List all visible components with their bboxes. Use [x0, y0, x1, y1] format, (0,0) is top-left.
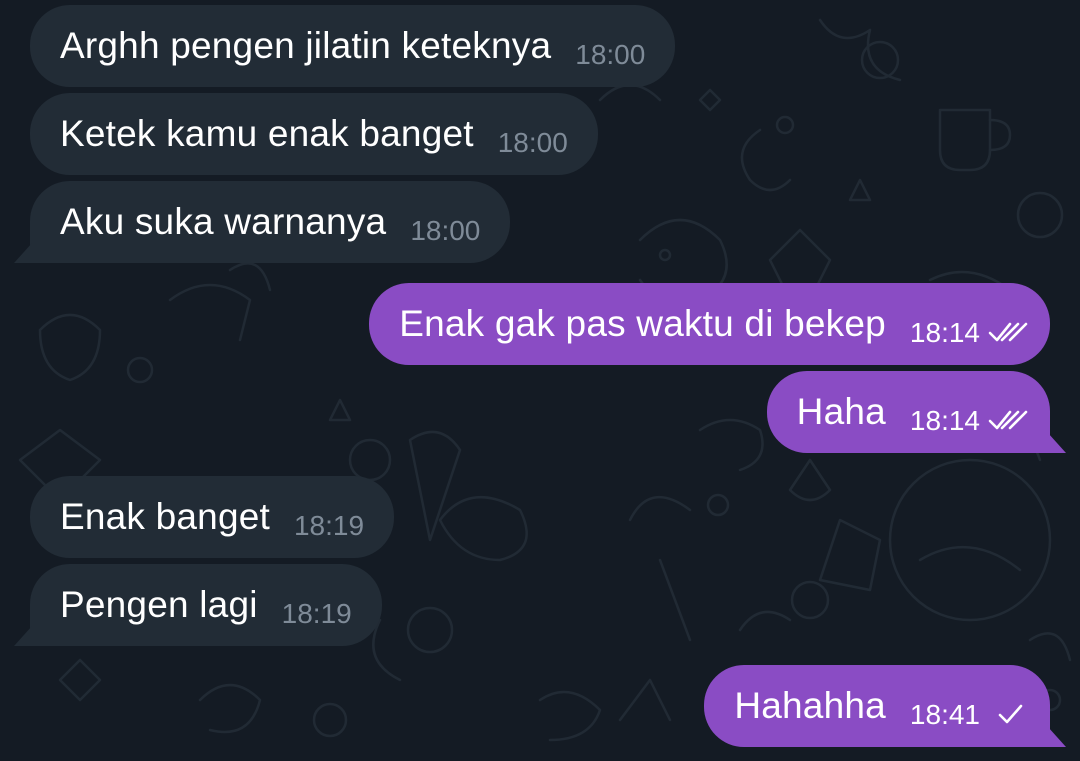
message-time: 18:19	[281, 598, 352, 629]
message-time: 18:00	[575, 39, 646, 70]
message-time: 18:00	[410, 215, 481, 246]
message-bubble-outgoing[interactable]: Haha 18:14	[766, 371, 1050, 453]
sent-single-check-icon	[988, 702, 1028, 726]
message-text: Hahahha	[734, 685, 886, 726]
message-bubble-incoming[interactable]: Enak banget 18:19	[30, 476, 395, 558]
message-text: Ketek kamu enak banget	[60, 113, 474, 154]
message-bubble-outgoing[interactable]: Enak gak pas waktu di bekep 18:14	[369, 283, 1050, 365]
message-time: 18:14	[909, 317, 980, 348]
read-double-check-icon	[988, 408, 1028, 432]
message-bubble-incoming[interactable]: Pengen lagi 18:19	[30, 564, 382, 646]
message-bubble-incoming[interactable]: Aku suka warnanya 18:00	[30, 181, 511, 263]
message-text: Enak banget	[60, 496, 270, 537]
message-time: 18:19	[293, 510, 365, 541]
message-text: Pengen lagi	[60, 584, 258, 625]
message-text: Aku suka warnanya	[60, 201, 387, 242]
chat-screen: Arghh pengen jilatin keteknya 18:00 Kete…	[0, 0, 1080, 761]
message-text: Enak gak pas waktu di bekep	[399, 303, 886, 344]
read-double-check-icon	[988, 320, 1028, 344]
message-time: 18:00	[497, 127, 568, 158]
message-time: 18:14	[909, 405, 980, 436]
message-text: Haha	[796, 391, 886, 432]
message-bubble-incoming[interactable]: Ketek kamu enak banget 18:00	[30, 93, 598, 175]
message-text: Arghh pengen jilatin keteknya	[60, 25, 552, 66]
message-bubble-incoming[interactable]: Arghh pengen jilatin keteknya 18:00	[30, 5, 676, 87]
message-bubble-outgoing[interactable]: Hahahha 18:41	[704, 665, 1050, 747]
message-time: 18:41	[909, 699, 980, 730]
